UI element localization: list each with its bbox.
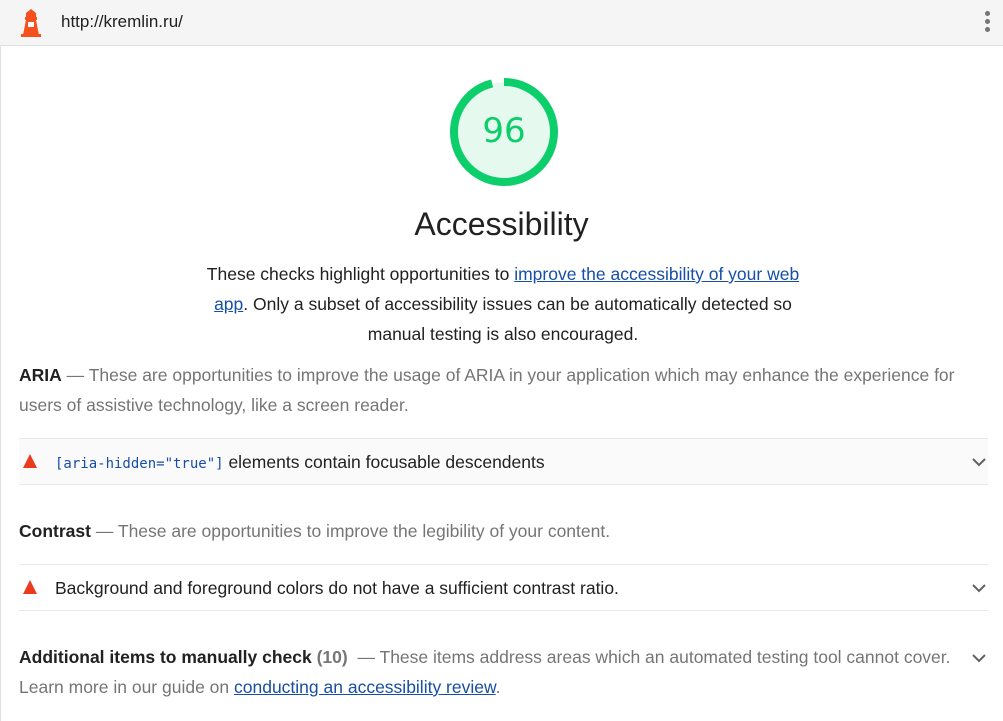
category-title: Accessibility (414, 206, 589, 242)
description-text: These checks highlight opportunities to (206, 264, 515, 284)
audit-title: [aria-hidden="true"] elements contain fo… (55, 452, 545, 473)
manual-checks-group-header[interactable]: Additional items to manually check (10) … (19, 642, 954, 702)
group-title: Additional items to manually check (19, 647, 312, 667)
group-description: These are opportunities to improve the l… (117, 521, 611, 541)
group-title: ARIA (19, 365, 62, 385)
group-count: (10) (316, 647, 348, 667)
description-text-end: . Only a subset of accessibility issues … (243, 294, 792, 344)
audit-title: Background and foreground colors do not … (55, 578, 619, 598)
group-separator: — (66, 365, 85, 385)
aria-group-header: ARIA — These are opportunities to improv… (19, 360, 979, 420)
accessibility-review-link[interactable]: conducting an accessibility review (234, 677, 496, 697)
audit-aria-hidden-focus[interactable]: [aria-hidden="true"] elements contain fo… (19, 438, 988, 485)
chevron-down-icon[interactable] (970, 582, 988, 594)
group-separator: — (95, 521, 114, 541)
page-url[interactable]: http://kremlin.ru/ (61, 12, 183, 32)
group-description-end: . (495, 677, 501, 697)
group-separator: — (357, 647, 375, 667)
left-divider (0, 46, 1, 721)
audit-color-contrast[interactable]: Background and foreground colors do not … (19, 564, 988, 611)
audit-code: [aria-hidden="true"] (55, 456, 224, 472)
category-description: These checks highlight opportunities to … (201, 259, 805, 349)
kebab-menu-icon[interactable] (982, 11, 992, 37)
fail-triangle-icon (23, 580, 37, 594)
lighthouse-icon (21, 9, 41, 37)
chevron-down-icon[interactable] (970, 652, 988, 664)
score-value: 96 (482, 111, 526, 151)
audit-title-text: elements contain focusable descendents (223, 452, 545, 472)
chevron-down-icon[interactable] (970, 456, 988, 468)
fail-triangle-icon (23, 454, 37, 468)
group-title: Contrast (19, 521, 91, 541)
report-topbar: http://kremlin.ru/ (0, 0, 1003, 46)
group-description: These are opportunities to improve the u… (19, 365, 955, 415)
contrast-group-header: Contrast — These are opportunities to im… (19, 516, 979, 546)
